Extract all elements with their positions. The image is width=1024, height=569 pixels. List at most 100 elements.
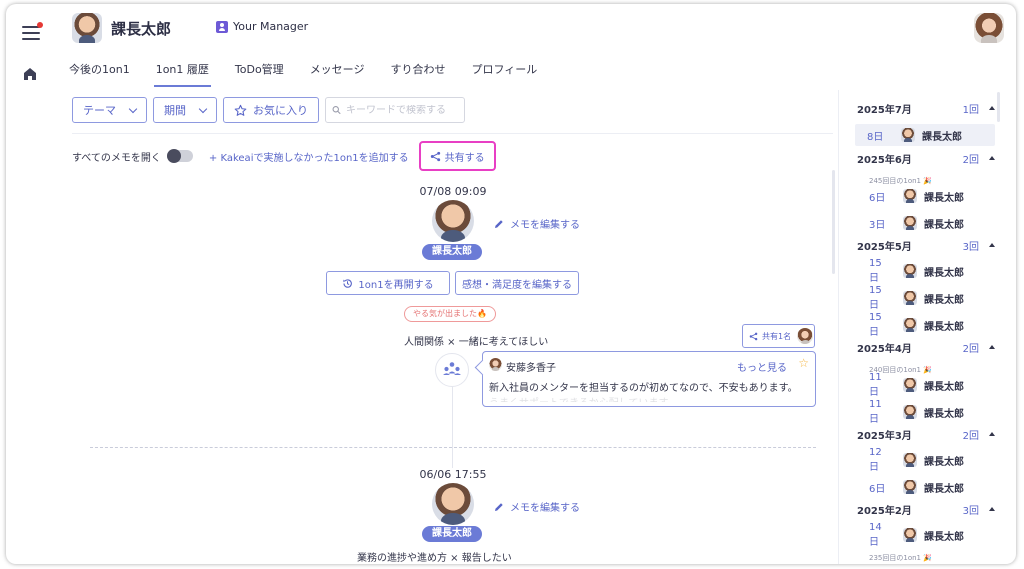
- month-header[interactable]: 2025年6月 2回: [857, 150, 995, 166]
- month-header[interactable]: 2025年5月 3回: [857, 237, 995, 253]
- history-icon: [343, 278, 353, 288]
- month-header[interactable]: 2025年4月 2回: [857, 339, 995, 355]
- entry-day: 11日: [869, 399, 882, 425]
- tab-todo[interactable]: ToDo管理: [222, 59, 297, 89]
- user-name: 課長太郎: [111, 20, 172, 38]
- history-entry[interactable]: 15日 課長太郎: [857, 285, 997, 311]
- tab-messages[interactable]: メッセージ: [297, 59, 378, 89]
- account-avatar[interactable]: [974, 13, 1004, 43]
- edit-memo-button[interactable]: メモを編集する: [494, 216, 580, 231]
- history-entry[interactable]: 6日 課長太郎: [857, 476, 997, 498]
- period-filter-label: 期間: [164, 104, 186, 117]
- caret-up-icon: [989, 106, 995, 110]
- menu-icon[interactable]: [22, 22, 43, 40]
- entry-day: 6日: [869, 192, 886, 204]
- history-scrollbar[interactable]: [997, 92, 1000, 122]
- open-all-memos-toggle[interactable]: [166, 149, 193, 163]
- history-entry[interactable]: 6日 課長太郎: [857, 185, 997, 207]
- entry-day: 15日: [869, 285, 882, 311]
- add-unrecorded-1on1-link[interactable]: + Kakeaiで実施しなかった1on1を追加する: [209, 149, 409, 164]
- entry-avatar: [903, 453, 917, 467]
- month-header[interactable]: 2025年3月 2回: [857, 426, 995, 442]
- shared-user-avatar: [797, 328, 814, 344]
- group-comment-icon: [435, 353, 469, 387]
- history-entry[interactable]: 12日 課長太郎: [857, 447, 997, 473]
- search-input[interactable]: [346, 104, 458, 116]
- app-window: 課長太郎 Your Manager 今後の1on1 1on1 履歴 ToDo管理…: [6, 4, 1016, 564]
- reopen-1on1-label: 1on1を再開する: [358, 279, 434, 291]
- entry-name: 課長太郎: [924, 408, 964, 420]
- pencil-icon: [495, 502, 503, 511]
- entry-avatar: [903, 528, 917, 542]
- divider: [72, 133, 833, 134]
- entry-name: 課長太郎: [924, 531, 964, 543]
- month-label: 2025年6月: [857, 154, 912, 166]
- entry-name: 課長太郎: [924, 381, 964, 393]
- tab-upcoming[interactable]: 今後の1on1: [56, 59, 143, 89]
- comment-body: 新入社員のメンターを担当するのが初めてなので、不安もあります。: [489, 383, 798, 394]
- month-count: 3回: [962, 505, 979, 517]
- favorite-star-icon[interactable]: ☆: [798, 356, 809, 370]
- month-header[interactable]: 2025年7月 1回: [857, 100, 995, 116]
- month-header[interactable]: 2025年2月 3回: [857, 501, 995, 517]
- share-button[interactable]: 共有する: [418, 141, 496, 171]
- comment-body-faded: うまくサポートできるか心配しています…: [489, 394, 679, 402]
- theme-filter[interactable]: テーマ: [72, 97, 147, 123]
- share-count-button[interactable]: 共有1名: [742, 324, 815, 348]
- edit-memo-label: メモを編集する: [510, 503, 580, 514]
- reopen-1on1-button[interactable]: 1on1を再開する: [326, 271, 450, 295]
- entry-day: 6日: [869, 483, 886, 495]
- main-scrollbar[interactable]: [832, 170, 835, 274]
- entry-day: 11日: [869, 372, 882, 398]
- month-count: 1回: [962, 104, 979, 116]
- month-label: 2025年5月: [857, 241, 912, 253]
- history-entry[interactable]: 3日 課長太郎: [857, 212, 997, 234]
- session-separator: [90, 447, 816, 448]
- month-count: 2回: [962, 343, 979, 355]
- edit-feedback-button[interactable]: 感想・満足度を編集する: [455, 271, 579, 295]
- history-entry[interactable]: 15日 課長太郎: [857, 312, 997, 338]
- history-panel: 2025年7月 1回 8日 課長太郎 2025年6月 2回 245回目の1on1…: [838, 90, 1016, 564]
- session-datetime: 06/06 17:55: [419, 468, 487, 481]
- entry-name: 課長太郎: [924, 456, 964, 468]
- tab-profile[interactable]: プロフィール: [458, 59, 550, 89]
- entry-avatar: [903, 480, 917, 494]
- edit-memo-label: メモを編集する: [510, 220, 580, 231]
- period-filter[interactable]: 期間: [153, 97, 217, 123]
- entry-avatar: [903, 264, 917, 278]
- chevron-down-icon: [198, 104, 208, 113]
- history-entry[interactable]: 15日 課長太郎: [857, 258, 997, 284]
- session-avatar: [432, 483, 474, 525]
- entry-avatar: [903, 378, 917, 392]
- home-icon[interactable]: [23, 67, 37, 81]
- caret-up-icon: [989, 507, 995, 511]
- tab-history[interactable]: 1on1 履歴: [143, 59, 222, 89]
- entry-name: 課長太郎: [924, 267, 964, 279]
- session-topic: 業務の進捗や進め方 × 報告したい: [357, 553, 512, 564]
- session-avatar: [432, 200, 474, 242]
- history-entry[interactable]: 11日 課長太郎: [857, 399, 997, 425]
- history-entry[interactable]: 11日 課長太郎: [857, 372, 997, 398]
- entry-day: 12日: [869, 447, 882, 473]
- caret-up-icon: [989, 345, 995, 349]
- history-entry[interactable]: 8日 課長太郎: [855, 124, 995, 146]
- search-icon: [332, 106, 341, 115]
- options-row: すべてのメモを開く + Kakeaiで実施しなかった1on1を追加する 共有する: [72, 141, 496, 171]
- month-label: 2025年2月: [857, 505, 912, 517]
- show-more-link[interactable]: もっと見る: [737, 359, 787, 374]
- favorites-filter[interactable]: お気に入り: [223, 97, 319, 123]
- people-icon: [443, 362, 461, 375]
- user-avatar: [72, 13, 102, 43]
- notification-dot: [37, 22, 43, 28]
- history-entry[interactable]: 14日 課長太郎: [857, 522, 997, 548]
- entry-day: 3日: [869, 219, 886, 231]
- tab-alignment[interactable]: すり合わせ: [377, 59, 458, 89]
- entry-name: 課長太郎: [924, 294, 964, 306]
- entry-day: 8日: [867, 131, 884, 143]
- month-count: 3回: [962, 241, 979, 253]
- star-outline-icon: [234, 104, 247, 116]
- edit-memo-button[interactable]: メモを編集する: [494, 499, 580, 514]
- open-all-memos-label: すべてのメモを開く: [72, 152, 161, 164]
- session-name-pill: 課長太郎: [422, 526, 482, 542]
- header: 課長太郎 Your Manager: [56, 4, 1016, 54]
